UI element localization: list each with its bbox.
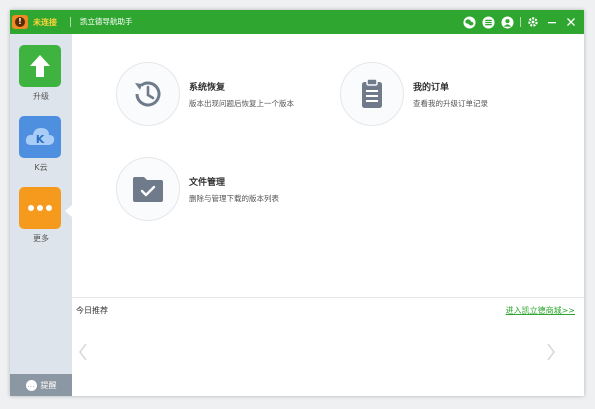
- message-icon[interactable]: [481, 15, 495, 29]
- k-cloud-icon: K: [19, 116, 61, 158]
- controls-divider: [520, 17, 521, 27]
- card-title: 系统恢复: [189, 83, 226, 93]
- clipboard-order-icon: [340, 62, 404, 126]
- section-divider: [72, 297, 584, 298]
- sidebar-item-label: 更多: [33, 234, 49, 243]
- carousel-prev-button[interactable]: [76, 340, 90, 364]
- card-my-orders[interactable]: 我的订单 查看我的升级订单记录: [340, 62, 550, 126]
- svg-text:K: K: [36, 133, 45, 146]
- card-file-management[interactable]: 文件管理 删除与管理下载的版本列表: [116, 157, 326, 221]
- wechat-icon[interactable]: [462, 15, 476, 29]
- card-system-restore[interactable]: 系统恢复 版本出现问题后恢复上一个版本: [116, 62, 326, 126]
- mall-link[interactable]: 进入凯立德商城>>: [506, 305, 575, 316]
- title-divider: [70, 17, 71, 27]
- user-icon[interactable]: [500, 15, 514, 29]
- feedback-label: 提醒: [40, 380, 57, 390]
- more-dots-icon: [19, 187, 61, 229]
- settings-icon[interactable]: [526, 15, 540, 29]
- minimize-icon[interactable]: [545, 15, 559, 29]
- folder-check-icon: [116, 157, 180, 221]
- sidebar-item-more[interactable]: 更多: [10, 181, 72, 251]
- app-window: ! 未连接 凯立德导航助手 升级 K K云 更多 … 提醒 系统恢复 版本出现问…: [10, 10, 584, 396]
- chat-bubble-icon: …: [25, 379, 37, 391]
- card-title: 文件管理: [189, 178, 226, 188]
- chevron-left-icon: [79, 343, 87, 361]
- card-description: 查看我的升级订单记录: [413, 99, 488, 108]
- feedback-button[interactable]: … 提醒: [10, 374, 72, 396]
- sidebar-item-label: K云: [34, 163, 48, 172]
- title-bar: ! 未连接 凯立德导航助手: [10, 10, 584, 34]
- card-title: 我的订单: [413, 83, 450, 93]
- recommend-label: 今日推荐: [76, 306, 108, 315]
- app-title: 凯立德导航助手: [80, 17, 133, 26]
- sidebar-item-k-cloud[interactable]: K K云: [10, 110, 72, 180]
- disconnected-icon: !: [12, 15, 28, 29]
- card-description: 删除与管理下载的版本列表: [189, 194, 279, 203]
- connection-status[interactable]: ! 未连接: [12, 13, 57, 31]
- close-icon[interactable]: [564, 15, 578, 29]
- history-restore-icon: [116, 62, 180, 126]
- connection-status-label: 未连接: [33, 17, 57, 27]
- sidebar-item-label: 升级: [33, 92, 49, 101]
- chevron-right-icon: [547, 343, 555, 361]
- carousel-next-button[interactable]: [544, 340, 558, 364]
- card-description: 版本出现问题后恢复上一个版本: [189, 99, 294, 108]
- title-bar-controls: [457, 14, 578, 30]
- sidebar-item-upgrade[interactable]: 升级: [10, 39, 72, 109]
- upgrade-arrow-icon: [19, 45, 61, 87]
- sidebar: 升级 K K云 更多 … 提醒: [10, 34, 72, 396]
